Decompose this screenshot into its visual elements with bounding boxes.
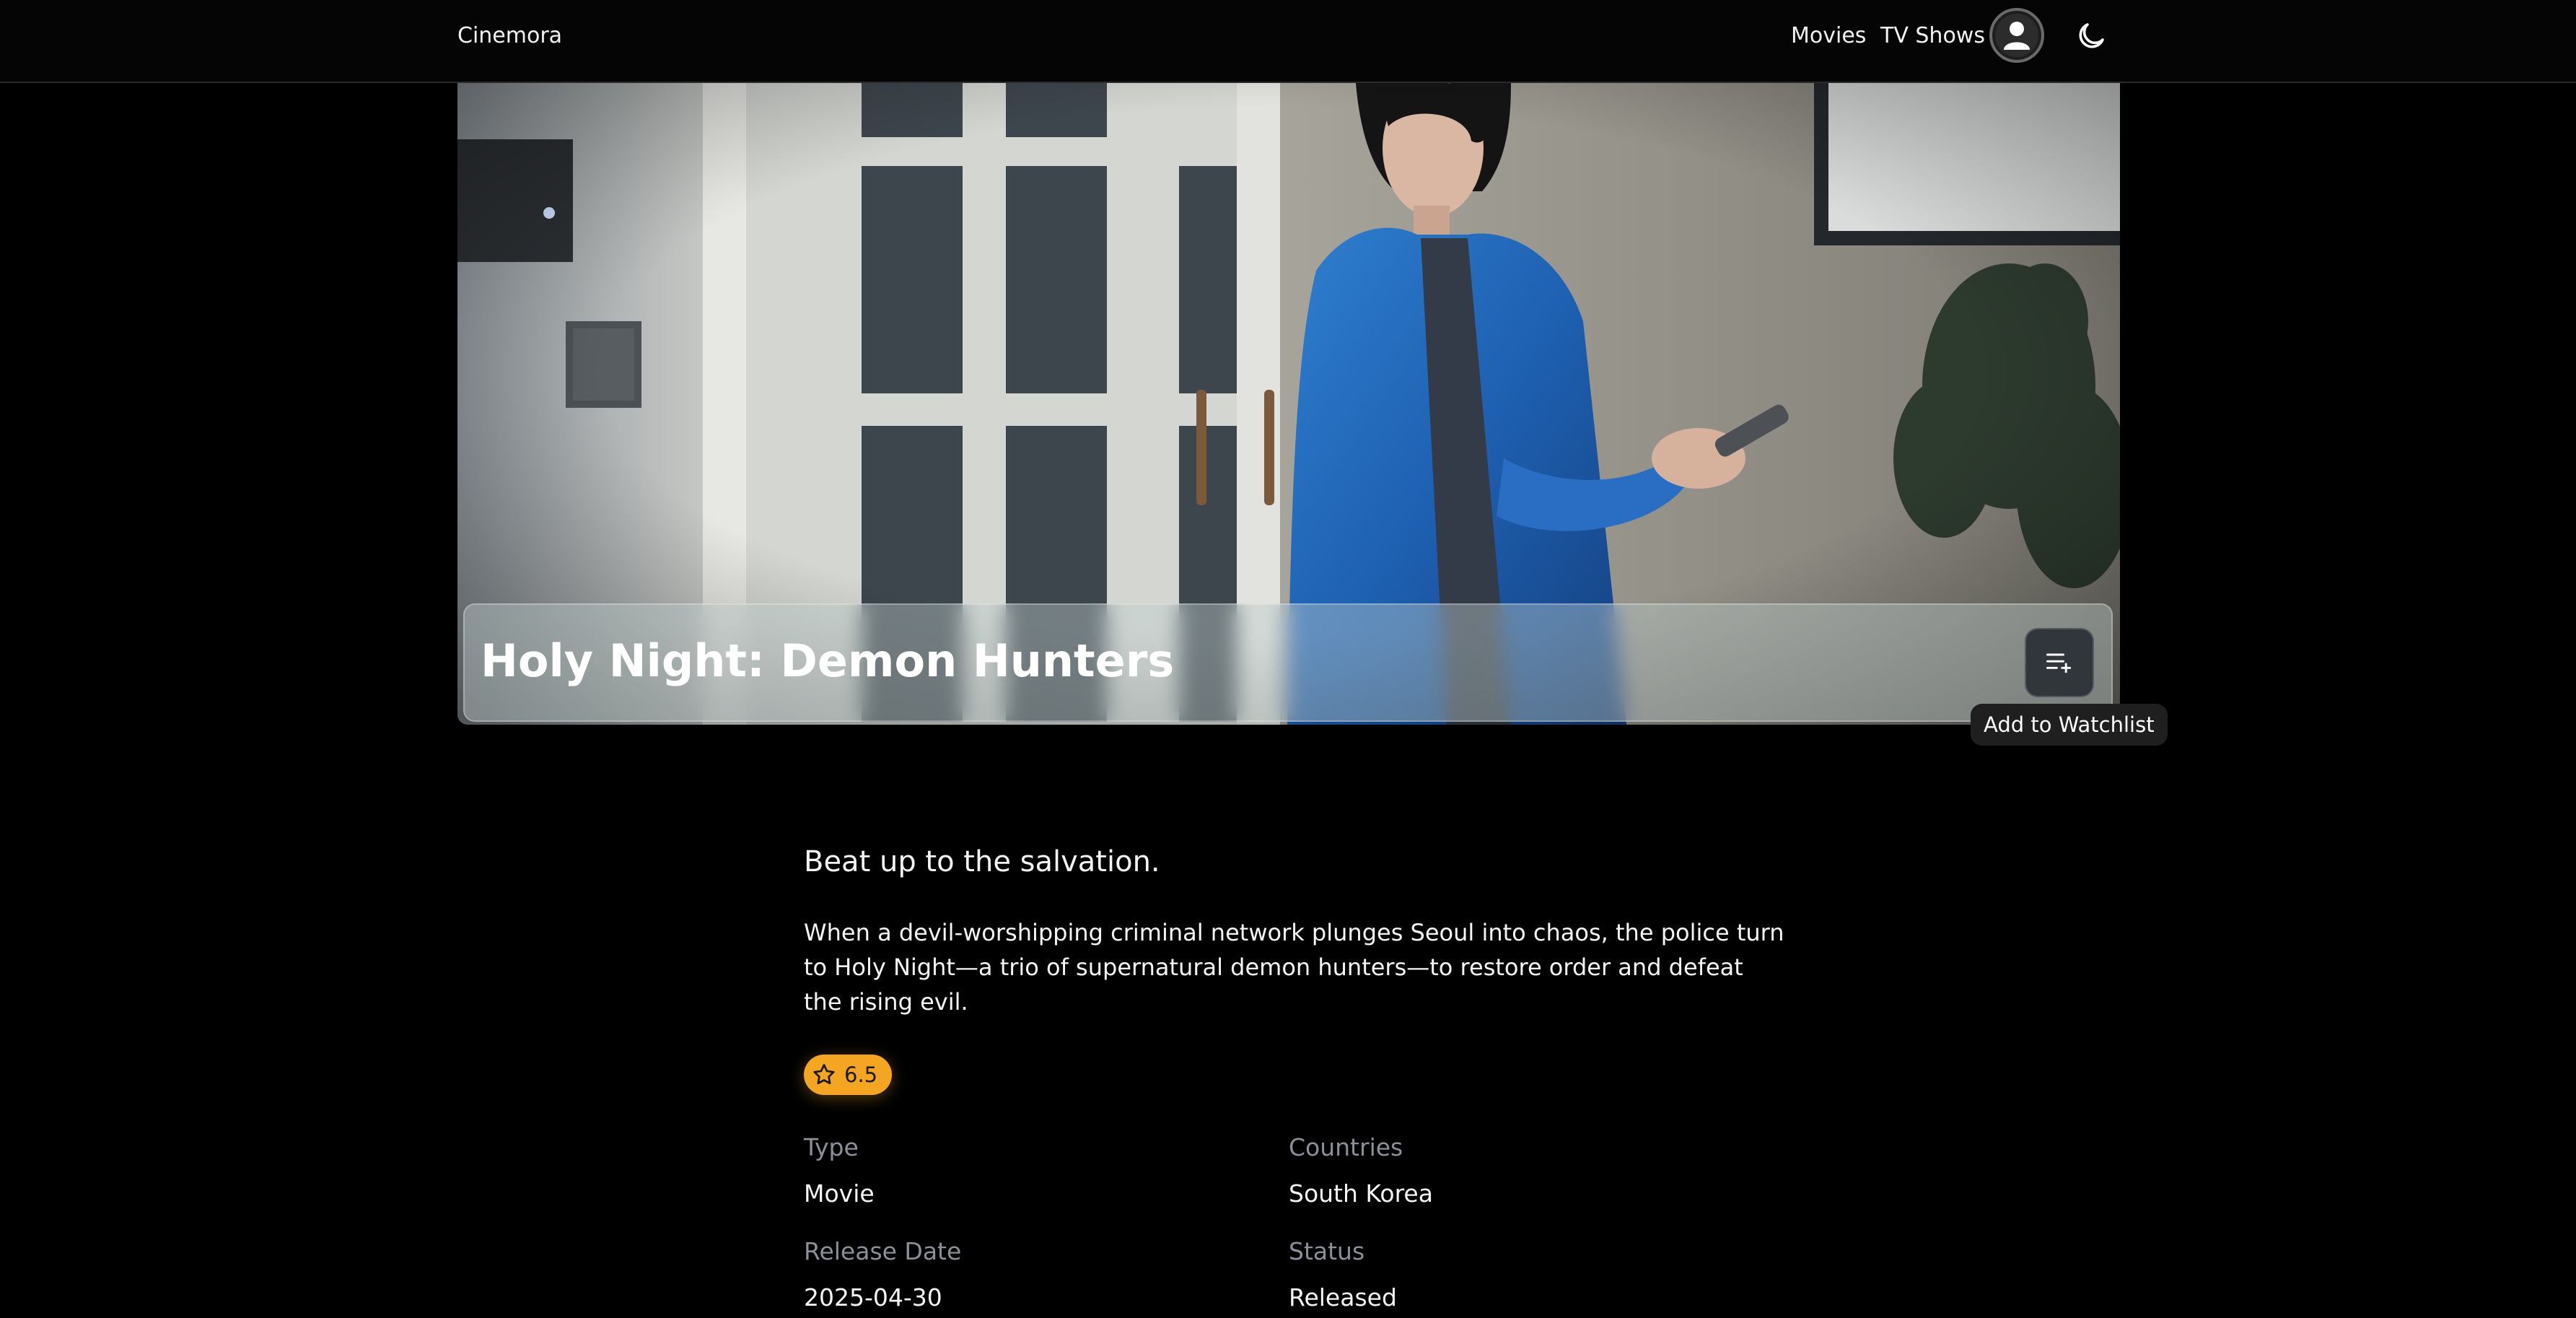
type-value: Movie: [804, 1179, 875, 1208]
add-to-watchlist-button[interactable]: [2025, 628, 2094, 697]
overview-text: When a devil-worshipping criminal networ…: [804, 919, 1784, 1016]
nav-movies-link[interactable]: Movies: [1791, 22, 1866, 51]
brand-logo[interactable]: Cinemora: [457, 22, 562, 51]
title-bar: Holy Night: Demon Hunters: [463, 603, 2113, 722]
hero-backdrop: Holy Night: Demon Hunters: [457, 83, 2120, 725]
countries-label: Countries: [1289, 1133, 1403, 1161]
top-navigation-bar: Cinemora Movies TV Shows: [0, 0, 2576, 83]
rating-value: 6.5: [844, 1062, 878, 1087]
nav-tv-shows-link[interactable]: TV Shows: [1880, 22, 1985, 51]
moon-icon: [2079, 23, 2104, 48]
type-label: Type: [804, 1133, 859, 1161]
watchlist-tooltip: Add to Watchlist: [1971, 704, 2168, 746]
rating-badge: 6.5: [804, 1055, 893, 1095]
theme-toggle-button[interactable]: [2074, 19, 2108, 53]
countries-value: South Korea: [1289, 1179, 1433, 1208]
tagline: Beat up to the salvation.: [804, 845, 1160, 878]
status-value: Released: [1289, 1283, 1397, 1312]
release-date-value: 2025-04-30: [804, 1283, 942, 1312]
profile-button[interactable]: [1989, 8, 2044, 63]
playlist-add-icon: [2046, 653, 2072, 673]
status-label: Status: [1289, 1237, 1365, 1265]
star-icon: [813, 1064, 835, 1085]
release-date-label: Release Date: [804, 1237, 962, 1265]
movie-title: Holy Night: Demon Hunters: [481, 634, 1175, 687]
user-avatar-icon: [1995, 14, 2038, 57]
